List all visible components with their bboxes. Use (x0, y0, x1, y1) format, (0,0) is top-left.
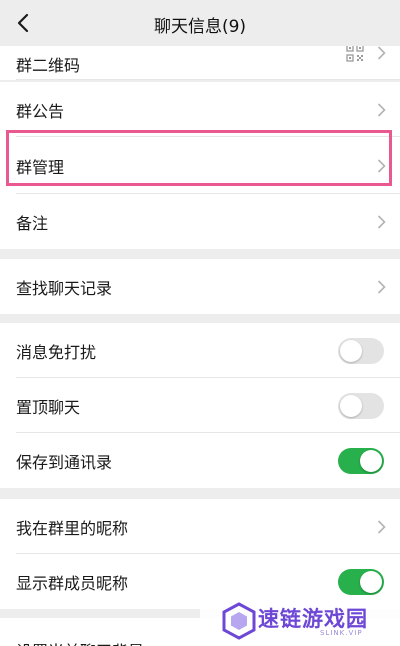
chevron-right-icon (377, 279, 386, 294)
chevron-right-icon (377, 102, 386, 117)
toggle-knob (360, 570, 382, 593)
toggle-knob (340, 394, 362, 417)
toggle-knob (360, 449, 382, 472)
mute-notifications-row: 消息免打扰 (0, 323, 400, 378)
remark-label: 备注 (16, 213, 49, 233)
chat-background-label: 设置当前聊天背景 (16, 638, 144, 646)
pin-chat-label: 置顶聊天 (16, 397, 81, 417)
show-member-nicknames-label: 显示群成员昵称 (16, 573, 129, 593)
toggle-knob (340, 339, 362, 362)
watermark-logo-icon (222, 602, 256, 640)
chevron-right-icon (377, 519, 386, 534)
chevron-right-icon (377, 214, 386, 229)
group-manage-row[interactable]: 群管理 (0, 137, 400, 194)
save-to-contacts-toggle[interactable] (338, 447, 384, 474)
chevron-right-icon (377, 158, 386, 173)
row-divider (16, 79, 400, 80)
qr-code-label: 群二维码 (16, 56, 81, 75)
announcement-label: 群公告 (16, 101, 65, 121)
show-member-nicknames-toggle[interactable] (338, 568, 384, 595)
remark-row[interactable]: 备注 (0, 194, 400, 249)
watermark-subtext: SLINK.VIP (320, 629, 363, 637)
mute-notifications-toggle[interactable] (338, 337, 384, 364)
save-to-contacts-label: 保存到通讯录 (16, 452, 113, 472)
chat-info-page: 聊天信息(9) 群二维码 群公告 群管理 备注 查找聊天记录 消息免打扰 置顶聊… (0, 0, 400, 646)
my-group-nickname-label: 我在群里的昵称 (16, 518, 129, 538)
announcement-row[interactable]: 群公告 (0, 82, 400, 137)
group-manage-label: 群管理 (16, 157, 65, 177)
pin-chat-toggle[interactable] (338, 392, 384, 419)
watermark: 速链游戏园 SLINK.VIP (200, 596, 400, 646)
page-title: 聊天信息(9) (153, 17, 247, 37)
pin-chat-row: 置顶聊天 (0, 378, 400, 433)
save-to-contacts-row: 保存到通讯录 (0, 433, 400, 488)
nav-bar: 聊天信息(9) (0, 0, 400, 46)
my-group-nickname-row[interactable]: 我在群里的昵称 (0, 499, 400, 554)
search-chat-history-label: 查找聊天记录 (16, 278, 113, 298)
chevron-right-icon (377, 46, 386, 60)
search-chat-history-row[interactable]: 查找聊天记录 (0, 259, 400, 314)
qr-code-icon (346, 44, 364, 62)
mute-notifications-label: 消息免打扰 (16, 342, 97, 362)
